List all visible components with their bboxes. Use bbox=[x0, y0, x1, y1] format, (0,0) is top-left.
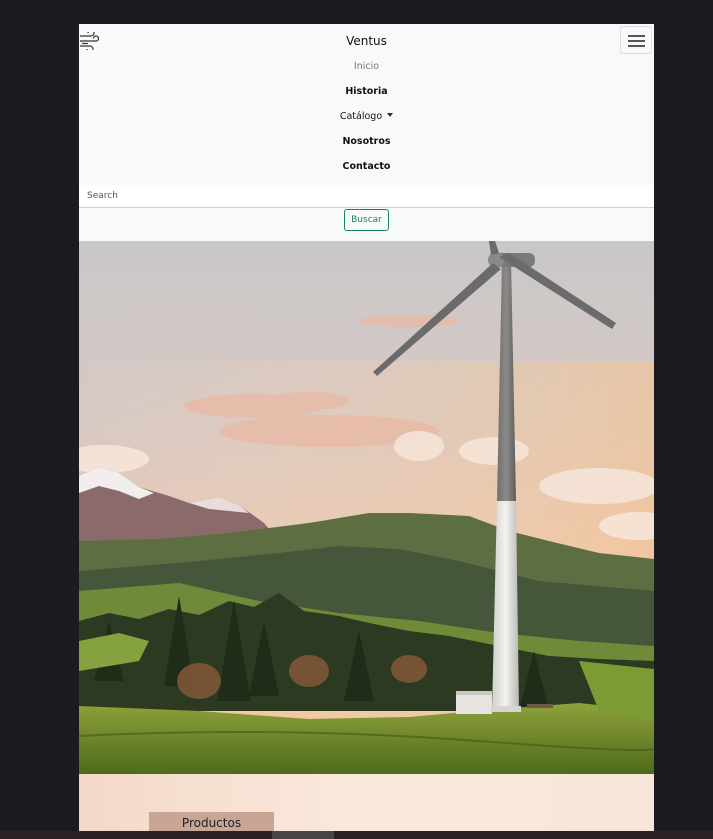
nav-item-label: Catálogo bbox=[339, 111, 383, 122]
nav-item-label: Nosotros bbox=[342, 136, 391, 147]
search-button[interactable]: Buscar bbox=[344, 209, 389, 231]
hamburger-icon-line bbox=[628, 40, 645, 42]
caret-down-icon bbox=[387, 113, 394, 117]
site-frame: Ventus Inicio Historia Catálogo Nosotros… bbox=[79, 24, 654, 839]
nav-menu: Inicio Historia Catálogo Nosotros Contac… bbox=[79, 57, 654, 182]
brand-name[interactable]: Ventus bbox=[79, 34, 654, 48]
hero-image bbox=[79, 241, 654, 774]
search-input[interactable] bbox=[79, 185, 654, 208]
hamburger-icon-line bbox=[628, 45, 645, 47]
nav-item-nosotros[interactable]: Nosotros bbox=[79, 132, 654, 157]
hamburger-icon bbox=[628, 35, 645, 37]
nav-item-catalogo-dropdown[interactable]: Catálogo bbox=[79, 107, 654, 132]
nav-item-label: Historia bbox=[345, 86, 388, 97]
nav-item-inicio[interactable]: Inicio bbox=[79, 57, 654, 82]
nav-item-label: Inicio bbox=[353, 61, 380, 72]
nav-item-historia[interactable]: Historia bbox=[79, 82, 654, 107]
nav-item-contacto[interactable]: Contacto bbox=[79, 157, 654, 182]
taskbar-item[interactable] bbox=[272, 831, 334, 839]
taskbar bbox=[0, 831, 713, 839]
navbar: Ventus Inicio Historia Catálogo Nosotros… bbox=[79, 24, 654, 241]
nav-item-label: Contacto bbox=[342, 161, 391, 172]
products-section: Productos bbox=[79, 774, 654, 839]
navbar-toggler-button[interactable] bbox=[620, 26, 652, 54]
